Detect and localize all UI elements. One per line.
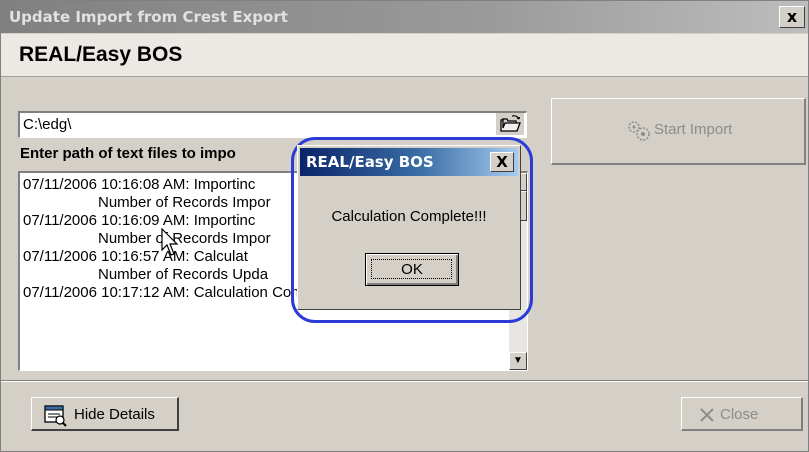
header-bar: REAL/Easy BOS [1, 34, 808, 77]
dialog-close-button[interactable]: X [490, 152, 514, 172]
log-line: 07/11/2006 10:16:57 AM: Calculat [23, 248, 248, 265]
folder-open-icon [500, 115, 521, 132]
start-import-label: Start Import [654, 121, 733, 138]
scroll-down-button[interactable]: ▼ [509, 352, 527, 370]
log-line: Number of Records Impor [98, 230, 271, 247]
hide-details-icon [44, 405, 67, 427]
hide-details-label: Hide Details [74, 406, 155, 423]
footer-divider [1, 380, 808, 382]
window-title: Update Import from Crest Export [9, 8, 288, 26]
browse-folder-button[interactable] [496, 113, 524, 135]
close-label: Close [720, 406, 759, 423]
close-button[interactable]: Close [681, 397, 803, 431]
mouse-cursor-icon [161, 228, 179, 256]
message-dialog: REAL/Easy BOS X Calculation Complete!!! … [297, 145, 521, 310]
log-line: 07/11/2006 10:16:08 AM: Importinc [23, 176, 256, 193]
dialog-message: Calculation Complete!!! [331, 208, 487, 225]
start-import-button[interactable]: Start Import [551, 98, 806, 165]
log-line: Number of Records Impor [98, 194, 271, 211]
ok-label: OK [401, 261, 423, 278]
update-import-window: Update Import from Crest Export x REAL/E… [0, 0, 809, 452]
log-line: 07/11/2006 10:16:09 AM: Importinc [23, 212, 256, 229]
app-name-heading: REAL/Easy BOS [19, 43, 183, 66]
path-field-label: Enter path of text files to impo [20, 145, 236, 162]
log-line: Number of Records Upda [98, 266, 269, 283]
dialog-title: REAL/Easy BOS [306, 153, 434, 171]
window-close-button[interactable]: x [779, 6, 805, 28]
dialog-titlebar[interactable]: REAL/Easy BOS X [300, 148, 518, 176]
hide-details-button[interactable]: Hide Details [31, 397, 179, 431]
dialog-ok-button[interactable]: OK [365, 253, 459, 286]
path-input[interactable]: C:\edg\ [18, 111, 527, 138]
start-import-icon [628, 121, 650, 141]
close-x-icon [700, 408, 714, 422]
window-titlebar[interactable]: Update Import from Crest Export x [1, 1, 808, 33]
